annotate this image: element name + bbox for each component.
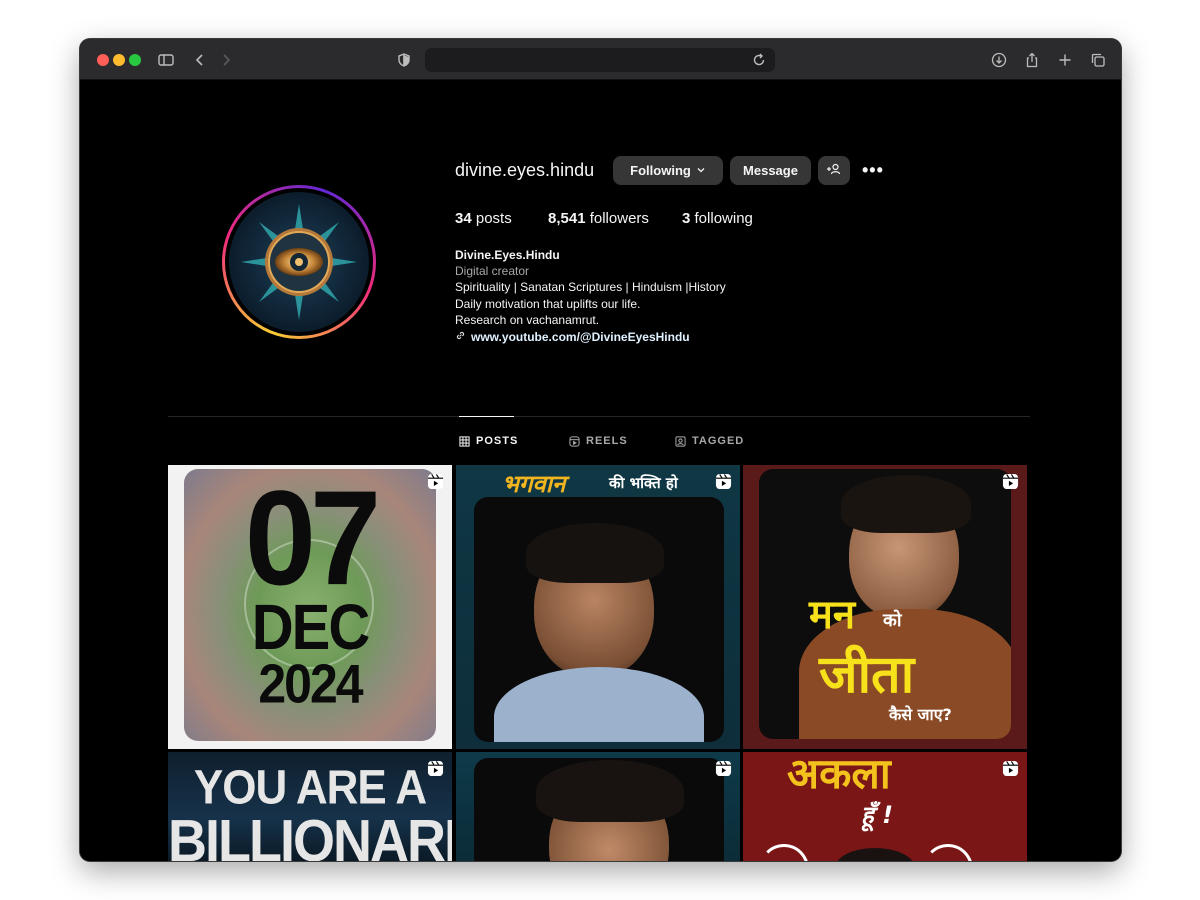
- profile-display-name: Divine.Eyes.Hindu: [455, 248, 560, 262]
- bio-line: Spirituality | Sanatan Scriptures | Hind…: [455, 280, 726, 294]
- address-bar[interactable]: [425, 48, 775, 72]
- post-caption-overlay: की भक्ति हो: [609, 474, 678, 492]
- post-tile[interactable]: अकला हूँ !: [743, 752, 1027, 861]
- back-icon[interactable]: [191, 51, 209, 69]
- post-tile[interactable]: मन को जीता कैसे जाए?: [743, 465, 1027, 749]
- reel-icon: [427, 760, 444, 777]
- reel-icon: [1002, 473, 1019, 490]
- new-tab-icon[interactable]: [1056, 51, 1074, 69]
- bio-line: Research on vachanamrut.: [455, 313, 600, 327]
- downloads-icon[interactable]: [990, 51, 1008, 69]
- sidebar-toggle-icon[interactable]: [157, 51, 175, 69]
- privacy-shield-icon[interactable]: [395, 51, 413, 69]
- post-caption-overlay: हूँ !: [861, 801, 894, 829]
- minimize-window-button[interactable]: [113, 54, 125, 66]
- bio-link-text[interactable]: www.youtube.com/@DivineEyesHindu: [471, 329, 690, 345]
- post-caption-overlay: कैसे जाए?: [889, 705, 952, 724]
- post-photo: [474, 497, 724, 742]
- forward-icon[interactable]: [217, 51, 235, 69]
- profile-username: divine.eyes.hindu: [455, 160, 595, 180]
- profile-avatar[interactable]: [222, 185, 376, 339]
- suggested-accounts-button[interactable]: [818, 156, 850, 185]
- reel-icon: [1002, 760, 1019, 777]
- tab-tagged[interactable]: TAGGED: [675, 435, 744, 447]
- following-button[interactable]: Following: [613, 156, 723, 185]
- browser-toolbar: [80, 39, 1121, 80]
- reload-icon[interactable]: [751, 52, 767, 68]
- add-person-icon: [826, 161, 842, 180]
- post-date-day: 07: [244, 465, 381, 614]
- bio-link[interactable]: www.youtube.com/@DivineEyesHindu: [455, 329, 690, 345]
- reel-icon: [715, 760, 732, 777]
- post-date-year: 2024: [258, 653, 363, 715]
- post-caption-overlay: को: [883, 610, 902, 631]
- reels-icon: [569, 435, 580, 447]
- instagram-profile-page: divine.eyes.hindu Following Message ••• …: [80, 80, 1121, 861]
- tab-overview-icon[interactable]: [1089, 51, 1107, 69]
- post-photo: [835, 848, 915, 861]
- reel-icon: [715, 473, 732, 490]
- post-caption-overlay: भगवान: [502, 470, 566, 498]
- avatar-image: [229, 192, 369, 332]
- post-tile[interactable]: [456, 752, 740, 861]
- active-tab-indicator: [459, 416, 514, 417]
- post-caption-overlay: जीता: [819, 645, 915, 705]
- browser-window: divine.eyes.hindu Following Message ••• …: [80, 39, 1121, 861]
- tab-reels[interactable]: REELS: [569, 435, 628, 447]
- close-window-button[interactable]: [97, 54, 109, 66]
- post-caption-overlay: BILLIONARE: [168, 808, 452, 861]
- tab-posts[interactable]: POSTS: [459, 435, 518, 447]
- post-caption-overlay: YOU ARE A: [193, 760, 427, 815]
- post-tile[interactable]: भगवान की भक्ति हो: [456, 465, 740, 749]
- followers-link[interactable]: 8,541 followers: [548, 210, 649, 227]
- posts-count: 34 posts: [455, 210, 512, 227]
- decorative-shape: [923, 844, 973, 861]
- tab-label: REELS: [586, 435, 628, 447]
- grid-icon: [459, 435, 470, 447]
- post-caption-overlay: मन: [809, 592, 856, 638]
- post-date-month: DEC: [251, 591, 370, 664]
- tagged-icon: [675, 435, 686, 447]
- share-icon[interactable]: [1023, 51, 1041, 69]
- reel-icon: [427, 473, 444, 490]
- tab-label: POSTS: [476, 435, 519, 447]
- message-button[interactable]: Message: [730, 156, 811, 185]
- profile-category: Digital creator: [455, 264, 530, 278]
- zoom-window-button[interactable]: [129, 54, 141, 66]
- decorative-shape: [759, 844, 809, 861]
- post-tile[interactable]: 07 DEC 2024: [168, 465, 452, 749]
- message-button-label: Message: [743, 163, 798, 178]
- link-icon: [455, 329, 466, 345]
- following-button-label: Following: [630, 163, 691, 178]
- chevron-down-icon: [696, 163, 706, 178]
- tab-label: TAGGED: [692, 435, 745, 447]
- post-tile[interactable]: YOU ARE A BILLIONARE: [168, 752, 452, 861]
- bio-line: Daily motivation that uplifts our life.: [455, 297, 641, 311]
- more-options-icon[interactable]: •••: [862, 160, 884, 181]
- tabs-divider: [168, 416, 1030, 417]
- post-caption-overlay: अकला: [787, 752, 891, 798]
- following-link[interactable]: 3 following: [682, 210, 753, 227]
- post-photo: [474, 758, 724, 861]
